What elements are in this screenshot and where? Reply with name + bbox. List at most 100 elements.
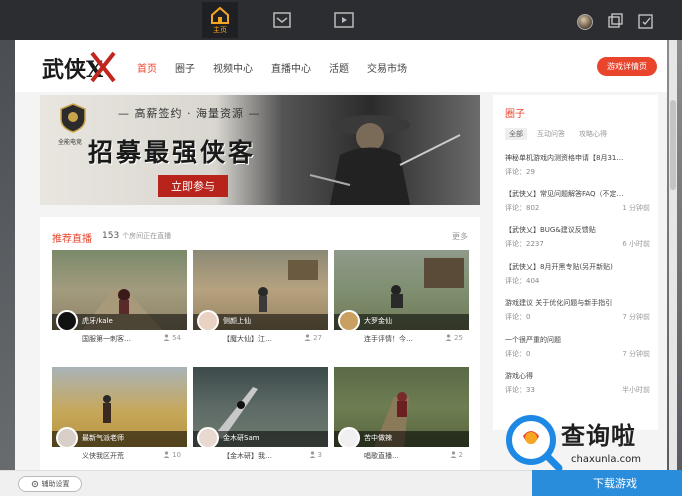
viewer-count: 25 <box>445 334 463 342</box>
user-icon <box>304 334 311 341</box>
game-detail-button[interactable]: 游戏详情页 <box>597 57 657 76</box>
stream-desc: 【魔大仙】江… <box>223 335 272 343</box>
stream-desc: 唱歌直播… <box>364 452 399 460</box>
recruit-banner[interactable]: 全能电竞 — 高薪签约 · 海量资源 — 招募最强侠客 立即参与 <box>40 95 480 205</box>
post-title[interactable]: 神秘单机游戏内测资格申请【8月31… <box>505 153 650 163</box>
top-toolbar: 主页 <box>0 0 682 40</box>
video-tab[interactable] <box>326 2 362 38</box>
user-avatar[interactable] <box>577 14 593 30</box>
page-scrollbar[interactable] <box>669 40 677 470</box>
watermark-url: chaxunla.com <box>571 454 641 465</box>
watermark: 查询啦 chaxunla.com <box>503 412 673 476</box>
tab-guides[interactable]: 攻略心得 <box>575 128 611 140</box>
host-name: 最新气派老师 <box>82 434 124 442</box>
post-title[interactable]: 【武侠乂】BUG&建议反馈贴 <box>505 225 650 235</box>
recommended-live-section: 推荐直播 153 个房间正在直播 更多 虎牙/kale 国服第一刺客… 54 侧颜… <box>40 217 480 470</box>
live-card[interactable]: 侧颜上仙 【魔大仙】江… 27 <box>193 250 328 345</box>
join-now-button[interactable]: 立即参与 <box>158 175 228 197</box>
live-card[interactable]: 最新气派老师 义侠我区开荒 10 <box>52 367 187 462</box>
host-name: 大罗金仙 <box>364 317 392 325</box>
post-item[interactable]: 游戏建议 关于优化问题与新手指引 评论：0 7 分钟前 <box>505 298 650 322</box>
post-item[interactable]: 【武侠乂】BUG&建议反馈贴 评论：2237 6 小时前 <box>505 225 650 249</box>
sidebar-title: 圈子 <box>505 109 525 120</box>
nav-market[interactable]: 交易市场 <box>367 60 407 75</box>
user-icon <box>309 451 316 458</box>
host-name: 金木研Sam <box>223 434 260 442</box>
post-comments: 评论：2237 <box>505 240 544 248</box>
post-comments: 评论：29 <box>505 168 535 176</box>
post-time: 半小时前 <box>622 386 650 394</box>
post-title[interactable]: 游戏建议 关于优化问题与新手指引 <box>505 298 650 308</box>
post-comments: 评论：33 <box>505 386 535 394</box>
home-tab-label: 主页 <box>213 25 227 34</box>
nav-video-center[interactable]: 视频中心 <box>213 60 253 75</box>
viewer-count: 2 <box>450 451 463 459</box>
post-comments: 评论：802 <box>505 204 540 212</box>
gear-icon <box>31 480 38 488</box>
post-title[interactable]: 一个很严重的问题 <box>505 335 650 345</box>
host-avatar <box>56 427 78 449</box>
host-name: 苦中做辣 <box>364 434 392 442</box>
window-copy-icon[interactable] <box>607 13 623 29</box>
post-time: 6 小时前 <box>622 240 650 248</box>
stream-desc: 义侠我区开荒 <box>82 452 124 460</box>
host-name: 侧颜上仙 <box>223 317 251 325</box>
host-name: 虎牙/kale <box>82 317 113 325</box>
live-card[interactable]: 虎牙/kale 国服第一刺客… 54 <box>52 250 187 345</box>
post-title[interactable]: 【武侠乂】8月开黑专贴(另开新贴) <box>505 262 650 272</box>
post-item[interactable]: 游戏心得 评论：33 半小时前 <box>505 371 650 395</box>
host-avatar <box>56 310 78 332</box>
nav-home[interactable]: 首页 <box>137 60 157 75</box>
viewer-count: 27 <box>304 334 322 342</box>
assist-settings-label: 辅助设置 <box>41 480 70 488</box>
shield-badge-icon <box>60 103 86 133</box>
post-title[interactable]: 游戏心得 <box>505 371 650 381</box>
circle-sidebar: 圈子 全部 互动问答 攻略心得 神秘单机游戏内测资格申请【8月31… 评论：29… <box>493 95 658 430</box>
viewer-count: 54 <box>163 334 181 342</box>
banner-headline: 招募最强侠客 <box>88 138 257 167</box>
live-card[interactable]: 苦中做辣 唱歌直播… 2 <box>334 367 469 462</box>
inbox-tab[interactable] <box>264 2 300 38</box>
nav-live-center[interactable]: 直播中心 <box>271 60 311 75</box>
host-avatar <box>197 310 219 332</box>
stream-desc: 【金木研】我… <box>223 452 272 460</box>
main-nav: 首页 圈子 视频中心 直播中心 活题 交易市场 <box>137 60 425 75</box>
post-comments: 评论：0 <box>505 313 531 321</box>
post-item[interactable]: 【武侠乂】常见问题解答FAQ（不定… 评论：802 1 分钟前 <box>505 189 650 213</box>
inbox-icon <box>273 12 291 28</box>
user-icon <box>163 451 170 458</box>
post-time: 7 分钟前 <box>622 350 650 358</box>
tab-all[interactable]: 全部 <box>505 128 527 140</box>
post-comments: 评论：404 <box>505 277 540 285</box>
host-avatar <box>197 427 219 449</box>
post-item[interactable]: 神秘单机游戏内测资格申请【8月31… 评论：29 <box>505 153 650 177</box>
nav-topics[interactable]: 活题 <box>329 60 349 75</box>
assist-settings-button[interactable]: 辅助设置 <box>18 476 82 492</box>
banner-tagline: — 高薪签约 · 海量资源 — <box>118 107 261 120</box>
post-time: 1 分钟前 <box>622 204 650 212</box>
user-icon <box>163 334 170 341</box>
live-card[interactable]: 金木研Sam 【金木研】我… 3 <box>193 367 328 462</box>
edit-icon[interactable] <box>638 13 654 29</box>
viewer-count: 3 <box>309 451 322 459</box>
page-header: 武侠X 首页 圈子 视频中心 直播中心 活题 交易市场 游戏详情页 <box>15 40 667 92</box>
post-item[interactable]: 一个很严重的问题 评论：0 7 分钟前 <box>505 335 650 359</box>
viewer-count: 10 <box>163 451 181 459</box>
host-avatar <box>338 310 360 332</box>
tab-qa[interactable]: 互动问答 <box>533 128 569 140</box>
warrior-illustration <box>309 115 461 205</box>
home-tab[interactable]: 主页 <box>202 2 238 38</box>
post-time: 7 分钟前 <box>622 313 650 321</box>
nav-circle[interactable]: 圈子 <box>175 60 195 75</box>
post-item[interactable]: 【武侠乂】8月开黑专贴(另开新贴) 评论：404 <box>505 262 650 286</box>
stream-desc: 国服第一刺客… <box>82 335 131 343</box>
sidebar-tabs: 全部 互动问答 攻略心得 <box>505 128 611 140</box>
host-avatar <box>338 427 360 449</box>
video-play-icon <box>334 12 354 28</box>
scrollbar-thumb[interactable] <box>670 100 676 190</box>
live-more-link[interactable]: 更多 <box>452 231 468 242</box>
stream-desc: 连手评情！今… <box>364 335 413 343</box>
badge-text: 全能电竞 <box>58 139 83 146</box>
live-card[interactable]: 大罗金仙 连手评情！今… 25 <box>334 250 469 345</box>
post-title[interactable]: 【武侠乂】常见问题解答FAQ（不定… <box>505 189 650 199</box>
